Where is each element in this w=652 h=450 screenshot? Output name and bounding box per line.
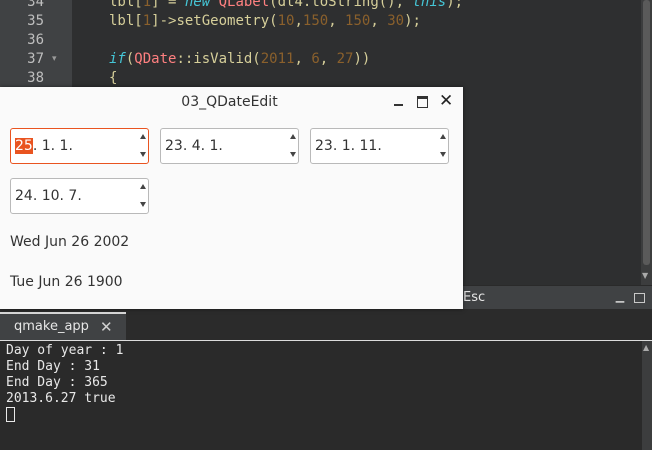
- code-token: ,: [319, 51, 337, 67]
- code-line: if(QDate::isValid(2011, 6, 27)): [109, 50, 370, 69]
- scroll-up-arrow-icon[interactable]: ▲: [643, 343, 649, 352]
- code-token: new: [184, 0, 219, 10]
- code-token: ,: [328, 13, 346, 29]
- code-token: 150: [302, 13, 329, 29]
- date-edit-4[interactable]: 24. 10. 7.: [10, 178, 149, 214]
- code-token: 1: [142, 0, 152, 10]
- maximize-window-icon[interactable]: [416, 94, 430, 108]
- code-token: this: [412, 0, 447, 10]
- tab-qmake-app[interactable]: qmake_app ✕: [0, 312, 126, 340]
- spin-down-icon[interactable]: [140, 152, 146, 157]
- date-label-1: Wed Jun 26 2002: [10, 234, 130, 250]
- spin-up-icon[interactable]: [140, 184, 146, 189]
- code-token: QLabel: [218, 0, 270, 10]
- date-edit-3[interactable]: 23. 1. 11.: [310, 128, 449, 164]
- maximize-pane-icon[interactable]: [634, 293, 645, 303]
- code-token: QDate: [134, 51, 177, 67]
- code-token: lbl[: [109, 13, 143, 29]
- line-number: 34: [27, 0, 44, 10]
- date-edit-selected-section[interactable]: 25: [15, 138, 33, 154]
- code-token: 10: [277, 13, 295, 29]
- code-token: ,: [370, 13, 388, 29]
- code-line: lbl[1] = new QLabel(dt4.toString(), this…: [109, 0, 463, 12]
- code-token: (dt4.toString(),: [269, 0, 413, 10]
- code-token: ,: [294, 51, 312, 67]
- window-titlebar[interactable]: 03_QDateEdit ✕: [0, 87, 463, 117]
- output-tab-bar: qmake_app ✕: [0, 309, 652, 341]
- date-edit-2[interactable]: 23. 4. 1.: [160, 128, 299, 164]
- minimize-pane-icon[interactable]: ▁: [614, 291, 626, 303]
- spin-down-icon[interactable]: [140, 202, 146, 207]
- code-token: 1: [142, 13, 152, 29]
- application-output[interactable]: Day of year : 1 End Day : 31 End Day : 3…: [0, 341, 642, 450]
- spin-up-icon[interactable]: [290, 134, 296, 139]
- close-window-icon[interactable]: ✕: [439, 93, 453, 110]
- date-edit-text: . 1. 1.: [32, 138, 73, 154]
- code-token: 30: [387, 13, 405, 29]
- date-edit-spinner[interactable]: [135, 179, 148, 213]
- date-edit-text: 23. 4. 1.: [165, 138, 223, 154]
- code-line: {: [109, 69, 117, 88]
- code-token: ]->setGeometry(: [151, 13, 278, 29]
- code-token: 6: [311, 51, 320, 67]
- code-token: {: [109, 70, 118, 86]
- console-line: End Day : 31: [6, 359, 100, 374]
- code-token: );: [404, 13, 421, 29]
- scroll-down-arrow-icon[interactable]: ▼: [642, 271, 648, 280]
- line-number: 37: [27, 51, 44, 67]
- tab-label: qmake_app: [14, 319, 89, 334]
- console-line: 2013.6.27 true: [6, 391, 116, 406]
- date-edit-text: 23. 1. 11.: [315, 138, 382, 154]
- spin-down-icon[interactable]: [290, 152, 296, 157]
- text-cursor: [6, 407, 15, 422]
- date-edit-text: 24. 10. 7.: [15, 188, 82, 204]
- date-edit-spinner[interactable]: [435, 129, 448, 163]
- code-token: 2011: [260, 51, 295, 67]
- code-token: lbl[: [109, 0, 143, 10]
- window-title: 03_QDateEdit: [181, 94, 278, 110]
- code-token: 150: [345, 13, 371, 29]
- editor-scrollbar[interactable]: ▼: [641, 0, 652, 285]
- code-token: ::isValid(: [176, 51, 261, 67]
- code-token: ] =: [151, 0, 185, 10]
- date-label-2: Tue Jun 26 1900: [10, 274, 123, 290]
- date-edit-spinner[interactable]: [135, 129, 148, 163]
- date-edit-value[interactable]: 24. 10. 7.: [15, 188, 82, 204]
- editor-scrollbar-handle[interactable]: [643, 0, 650, 265]
- close-tab-icon[interactable]: ✕: [100, 318, 113, 336]
- esc-label: Esc: [463, 290, 486, 305]
- code-token: ,: [294, 13, 303, 29]
- date-edit-spinner[interactable]: [285, 129, 298, 163]
- date-edit-value[interactable]: 23. 4. 1.: [165, 138, 223, 154]
- fold-arrow-icon[interactable]: ▾: [52, 50, 57, 69]
- line-number: 38: [27, 70, 44, 86]
- line-number: 35: [27, 13, 44, 29]
- minimize-window-icon[interactable]: [392, 94, 406, 108]
- code-token: if: [109, 51, 126, 67]
- code-token: );: [446, 0, 464, 10]
- console-line: End Day : 365: [6, 375, 108, 390]
- date-edit-value[interactable]: 25. 1. 1.: [15, 138, 73, 154]
- code-token: )): [353, 51, 371, 67]
- spin-down-icon[interactable]: [440, 152, 446, 157]
- spin-up-icon[interactable]: [440, 134, 446, 139]
- code-line: lbl[1]->setGeometry(10,150, 150, 30);: [109, 12, 421, 31]
- line-number: 36: [27, 32, 44, 48]
- spin-up-icon[interactable]: [140, 134, 146, 139]
- date-edit-value[interactable]: 23. 1. 11.: [315, 138, 382, 154]
- date-edit-1[interactable]: 25. 1. 1.: [10, 128, 149, 164]
- output-scrollbar[interactable]: ▲: [642, 341, 652, 450]
- qdateedit-window: 03_QDateEdit ✕ 25. 1. 1. 23. 4. 1. 23. 1…: [0, 87, 463, 309]
- code-token: 27: [336, 51, 354, 67]
- console-line: Day of year : 1: [6, 343, 124, 358]
